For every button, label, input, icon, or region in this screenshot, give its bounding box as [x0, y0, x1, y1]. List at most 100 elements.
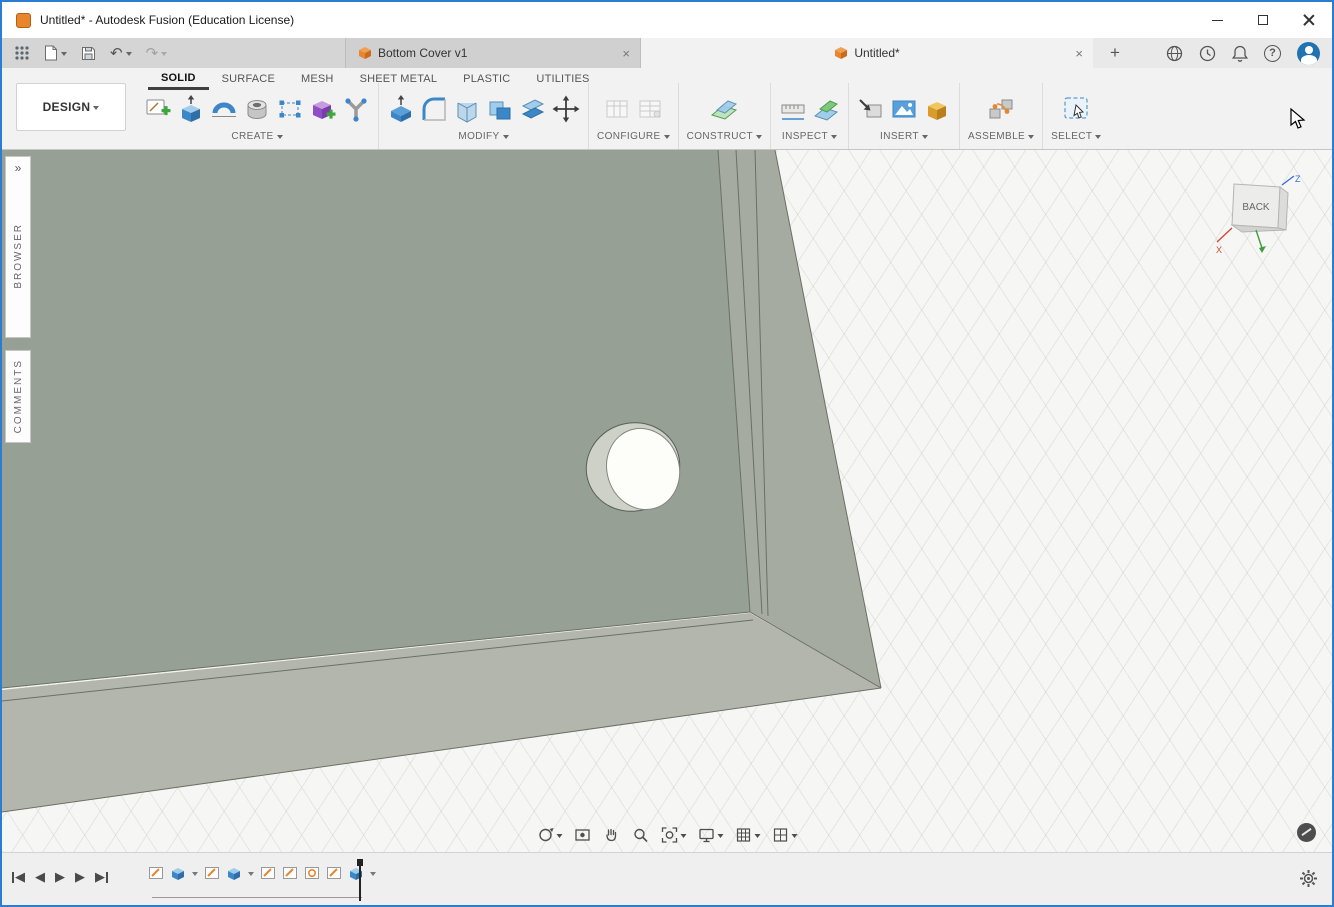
file-menu-button[interactable] [44, 45, 67, 61]
timeline-marker[interactable] [357, 859, 363, 901]
viewcube-side-face[interactable] [1277, 186, 1289, 231]
extensions-button[interactable] [1166, 45, 1183, 62]
canvas-button[interactable] [890, 95, 918, 123]
viewports-button[interactable] [772, 826, 798, 844]
step-back-button[interactable]: ◀ [35, 869, 45, 885]
press-pull-button[interactable] [387, 95, 415, 123]
create-form-button[interactable] [309, 95, 337, 123]
tab-surface[interactable]: SURFACE [209, 68, 288, 90]
insert-derive-button[interactable] [857, 95, 885, 123]
notifications-button[interactable] [1232, 45, 1248, 62]
section-analysis-button[interactable] [812, 95, 840, 123]
shell-button[interactable] [453, 95, 481, 123]
timeline-sketch-feature[interactable] [282, 865, 298, 881]
select-dropdown[interactable]: SELECT [1051, 131, 1102, 142]
maximize-button[interactable] [1240, 2, 1286, 38]
tab-mesh[interactable]: MESH [288, 68, 347, 90]
timeline-extrude-feature[interactable] [170, 865, 186, 881]
select-button[interactable] [1061, 95, 1091, 123]
workspace-switcher[interactable]: DESIGN [16, 83, 126, 131]
go-to-start-button[interactable]: ◀ [12, 869, 25, 885]
expand-icon[interactable]: » [15, 157, 22, 175]
timeline-circle-sketch-feature[interactable] [304, 865, 320, 881]
inspect-dropdown[interactable]: INSPECT [782, 131, 838, 142]
configure-dropdown[interactable]: CONFIGURE [597, 131, 670, 142]
modify-group: MODIFY [379, 91, 588, 142]
extrude-button[interactable] [177, 95, 205, 123]
create-sketch-button[interactable] [144, 95, 172, 123]
timeline-extrude-feature[interactable] [226, 865, 242, 881]
timeline-sketch-feature[interactable] [260, 865, 276, 881]
app-grid-button[interactable] [14, 45, 30, 61]
go-to-end-button[interactable]: ▶ [95, 869, 108, 885]
construct-plane-button[interactable] [709, 95, 739, 123]
tab-bottom-cover[interactable]: Bottom Cover v1 × [345, 38, 641, 68]
job-status-button[interactable] [1199, 45, 1216, 62]
revolve-button[interactable] [210, 95, 238, 123]
file-icon [45, 45, 57, 61]
close-button[interactable] [1286, 2, 1332, 38]
viewport-canvas[interactable]: » BROWSER COMMENTS BACK X Z [2, 150, 1332, 852]
pattern-button[interactable] [276, 95, 304, 123]
undo-button[interactable]: ↶ [110, 46, 132, 61]
tab-untitled[interactable]: Untitled* × [641, 38, 1093, 68]
browser-panel-tab[interactable]: » BROWSER [5, 156, 31, 338]
fit-button[interactable] [661, 826, 687, 844]
timeline-sketch-feature[interactable] [204, 865, 220, 881]
tab-plastic[interactable]: PLASTIC [450, 68, 523, 90]
pipe-button[interactable] [342, 95, 370, 123]
joint-button[interactable] [987, 95, 1015, 123]
timeline-sketch-feature[interactable] [148, 865, 164, 881]
caret-down-icon [61, 51, 67, 59]
grid-settings-button[interactable] [735, 826, 761, 844]
move-button[interactable] [552, 95, 580, 123]
ribbon: DESIGN SOLID SURFACE MESH SHEET METAL PL… [2, 68, 1332, 150]
comments-panel-tab[interactable]: COMMENTS [5, 350, 31, 443]
model-bottom-cover[interactable] [2, 150, 1332, 852]
tab-solid[interactable]: SOLID [148, 68, 209, 90]
display-settings-button[interactable] [698, 826, 724, 844]
orbit-button[interactable] [537, 826, 563, 844]
create-dropdown[interactable]: CREATE [231, 131, 283, 142]
insert-mcmaster-button[interactable] [923, 95, 951, 123]
play-button[interactable]: ▶ [55, 869, 65, 885]
look-at-button[interactable] [574, 826, 592, 844]
zoom-button[interactable] [632, 826, 650, 844]
help-button[interactable]: ? [1264, 44, 1281, 62]
tab-utilities[interactable]: UTILITIES [523, 68, 602, 90]
viewport-navbar [537, 826, 798, 844]
modify-dropdown[interactable]: MODIFY [458, 131, 509, 142]
status-bubble-icon[interactable] [1297, 823, 1316, 842]
fillet-button[interactable] [420, 95, 448, 123]
timeline-track[interactable] [152, 897, 362, 898]
construct-dropdown[interactable]: CONSTRUCT [687, 131, 762, 142]
tab-close-button[interactable]: × [622, 46, 630, 61]
configuration-table-button[interactable] [636, 95, 664, 123]
view-cube[interactable]: BACK X Z [1212, 172, 1304, 264]
save-button[interactable] [81, 46, 96, 61]
sketch-feature-icon [283, 867, 297, 879]
minimize-button[interactable] [1194, 2, 1240, 38]
timeline-settings-button[interactable] [1299, 869, 1318, 891]
hole-button[interactable] [243, 95, 271, 123]
model-interior-face[interactable] [2, 150, 750, 688]
new-tab-button[interactable]: + [1093, 38, 1137, 68]
combine-button[interactable] [486, 95, 514, 123]
tab-close-button[interactable]: × [1075, 46, 1083, 61]
tab-sheet-metal[interactable]: SHEET METAL [347, 68, 451, 90]
pan-button[interactable] [603, 826, 621, 844]
assemble-dropdown[interactable]: ASSEMBLE [968, 131, 1035, 142]
step-forward-button[interactable]: ▶ [75, 869, 85, 885]
timeline-sketch-feature[interactable] [326, 865, 342, 881]
document-cube-icon [359, 47, 371, 59]
timeline-extrude-feature[interactable] [348, 865, 364, 881]
measure-button[interactable] [779, 95, 807, 123]
redo-button[interactable]: ↷ [146, 46, 168, 61]
insert-dropdown[interactable]: INSERT [880, 131, 928, 142]
avatar [1297, 41, 1320, 65]
configure-button[interactable] [603, 95, 631, 123]
offset-face-button[interactable] [519, 95, 547, 123]
configure-table-icon [606, 100, 628, 118]
account-button[interactable] [1297, 41, 1320, 65]
y-axis-line [1255, 229, 1263, 249]
